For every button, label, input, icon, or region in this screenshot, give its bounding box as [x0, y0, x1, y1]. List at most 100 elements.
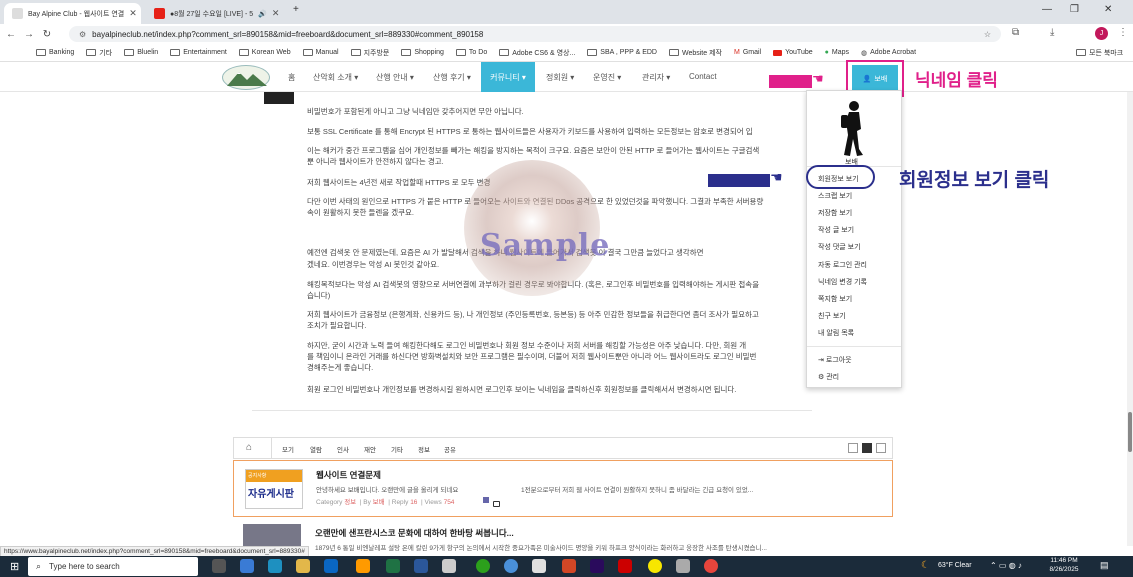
quickbooks-icon[interactable]: [476, 559, 490, 573]
url-field[interactable]: ⚙ bayalpineclub.net/index.php?comment_sr…: [69, 26, 1001, 42]
clock-date[interactable]: 8/26/2025: [1042, 566, 1086, 573]
bookmark-item[interactable]: 지주방문: [350, 48, 389, 58]
windows-start-icon[interactable]: ⊞: [10, 560, 19, 573]
site-info-icon[interactable]: ⚙: [79, 30, 86, 39]
bookmark-item[interactable]: Entertainment: [170, 49, 227, 56]
notification-icon[interactable]: ▤: [1100, 560, 1109, 571]
tab-category[interactable]: 모기: [282, 444, 294, 454]
scrollbar-thumb[interactable]: [1128, 412, 1132, 452]
app-icon[interactable]: [442, 559, 456, 573]
forward-icon[interactable]: →: [20, 29, 38, 40]
download-icon[interactable]: ⤓: [1050, 27, 1054, 38]
nav-hike-review[interactable]: 산행 후기 ▾: [433, 72, 471, 83]
task-view-icon[interactable]: [212, 559, 226, 573]
taskbar-search[interactable]: ⌕ Type here to search: [28, 557, 198, 576]
nav-staff[interactable]: 운영진 ▾: [593, 72, 621, 83]
bookmark-item[interactable]: 기타: [86, 48, 112, 58]
menu-messages[interactable]: 쪽지함 보기: [818, 294, 852, 304]
kakaotalk-icon[interactable]: [648, 559, 662, 573]
post-title[interactable]: 오랜만에 샌프란시스코 문화에 대하여 한바탕 써봅니다...: [315, 527, 514, 539]
nav-admin[interactable]: 관리자 ▾: [642, 72, 670, 83]
bookmark-item[interactable]: Banking: [36, 49, 74, 56]
bookmark-item[interactable]: To Do: [455, 49, 487, 56]
gallery-view-icon[interactable]: [876, 443, 886, 453]
bookmark-item[interactable]: Bluelin: [124, 49, 158, 56]
bookmark-maps[interactable]: ● Maps: [825, 49, 849, 56]
post-category[interactable]: 정보: [344, 499, 356, 506]
powerpoint-icon[interactable]: [562, 559, 576, 573]
tab-category[interactable]: 재안: [364, 444, 376, 454]
bookmark-item[interactable]: Shopping: [401, 49, 444, 56]
grid-view-icon[interactable]: [862, 443, 872, 453]
bookmark-acrobat[interactable]: ◍ Adobe Acrobat: [861, 49, 916, 57]
nav-about[interactable]: 산악회 소개 ▾: [313, 72, 358, 83]
bookmark-youtube[interactable]: YouTube: [773, 49, 813, 56]
star-icon[interactable]: ☆: [984, 30, 991, 39]
app-icon[interactable]: [532, 559, 546, 573]
nav-members[interactable]: 정회원 ▾: [546, 72, 574, 83]
club-logo[interactable]: [222, 65, 270, 90]
nav-contact[interactable]: Contact: [689, 72, 717, 81]
bookmark-item[interactable]: Korean Web: [238, 49, 291, 56]
menu-nickname-history[interactable]: 닉네임 변경 기록: [818, 277, 867, 287]
tab-category[interactable]: 열람: [310, 444, 322, 454]
menu-logout[interactable]: ⇥ 로그아웃: [818, 355, 852, 365]
nav-community[interactable]: 커뮤니티 ▾: [481, 62, 535, 92]
chrome-icon[interactable]: [704, 559, 718, 573]
nav-hike-guide[interactable]: 산행 안내 ▾: [376, 72, 414, 83]
close-icon[interactable]: ✕: [129, 8, 137, 19]
post-item[interactable]: 공지사항 자유게시판 웹사이트 연결문제 안녕하세요 보배입니다. 오랜만에 글…: [233, 460, 893, 517]
tab-category[interactable]: 기타: [391, 444, 403, 454]
list-view-icon[interactable]: [848, 443, 858, 453]
profile-avatar[interactable]: J: [1095, 27, 1108, 40]
menu-saved[interactable]: 저장함 보기: [818, 208, 852, 218]
illustrator-icon[interactable]: [356, 559, 370, 573]
bookmark-item[interactable]: Website 제작: [668, 48, 722, 58]
back-icon[interactable]: ←: [2, 29, 20, 40]
menu-my-comments[interactable]: 작성 댓글 보기: [818, 242, 861, 252]
bookmark-item[interactable]: Manual: [302, 49, 339, 56]
edge-icon[interactable]: [268, 559, 282, 573]
minimize-button[interactable]: —: [1042, 4, 1052, 15]
tab-category[interactable]: 공유: [444, 444, 456, 454]
tab-bay-alpine[interactable]: Bay Alpine Club - 웹사이트 연결 ✕: [4, 3, 141, 24]
reload-icon[interactable]: ↻: [38, 29, 56, 40]
bookmark-item[interactable]: SBA , PPP & EDD: [587, 49, 657, 56]
tray-icons[interactable]: ⌃ ▭ ◍ ♪: [990, 561, 1022, 570]
maximize-button[interactable]: ❐: [1070, 4, 1079, 15]
bookmark-item[interactable]: Adobe CS6 & 영상...: [499, 48, 575, 58]
app-icon[interactable]: [676, 559, 690, 573]
nickname-button[interactable]: 👤 보배: [852, 65, 898, 92]
menu-scrap[interactable]: 스크랩 보기: [818, 191, 852, 201]
page-scrollbar[interactable]: [1127, 92, 1133, 546]
menu-notifications[interactable]: 내 알림 목록: [818, 328, 854, 338]
close-window-button[interactable]: ✕: [1104, 4, 1112, 15]
file-explorer-icon[interactable]: [296, 559, 310, 573]
extensions-icon[interactable]: ⧉: [1012, 27, 1019, 38]
outlook-icon[interactable]: [324, 559, 338, 573]
excel-icon[interactable]: [386, 559, 400, 573]
home-icon[interactable]: ⌂: [246, 442, 252, 453]
post-author[interactable]: 보배: [373, 499, 385, 506]
menu-kebab-icon[interactable]: ⋮: [1118, 27, 1128, 38]
word-icon[interactable]: [414, 559, 428, 573]
bookmark-gmail[interactable]: M Gmail: [734, 49, 761, 56]
tab-category[interactable]: 인사: [337, 444, 349, 454]
post-title[interactable]: 웹사이트 연결문제: [316, 469, 381, 481]
app-m-icon[interactable]: [504, 559, 518, 573]
menu-my-posts[interactable]: 작성 글 보기: [818, 225, 854, 235]
copilot-icon[interactable]: [240, 559, 254, 573]
tab-category[interactable]: 정보: [418, 444, 430, 454]
acrobat-icon[interactable]: [618, 559, 632, 573]
close-icon[interactable]: ✕: [272, 8, 280, 19]
all-bookmarks[interactable]: 모든 북마크: [1076, 48, 1123, 58]
weather-text[interactable]: 63°F Clear: [938, 562, 972, 569]
new-tab-button[interactable]: +: [293, 4, 299, 15]
nav-home[interactable]: 홈: [288, 72, 295, 83]
tab-youtube-live[interactable]: ●8월 27일 수요일 [LIVE] - 5 🔊 ✕: [146, 3, 286, 24]
clock-time[interactable]: 11:46 PM: [1042, 557, 1086, 564]
menu-friends[interactable]: 친구 보기: [818, 311, 846, 321]
premiere-icon[interactable]: [590, 559, 604, 573]
menu-auto-login[interactable]: 자동 로그인 관리: [818, 260, 867, 270]
menu-admin[interactable]: ⚙ 관리: [818, 372, 839, 382]
